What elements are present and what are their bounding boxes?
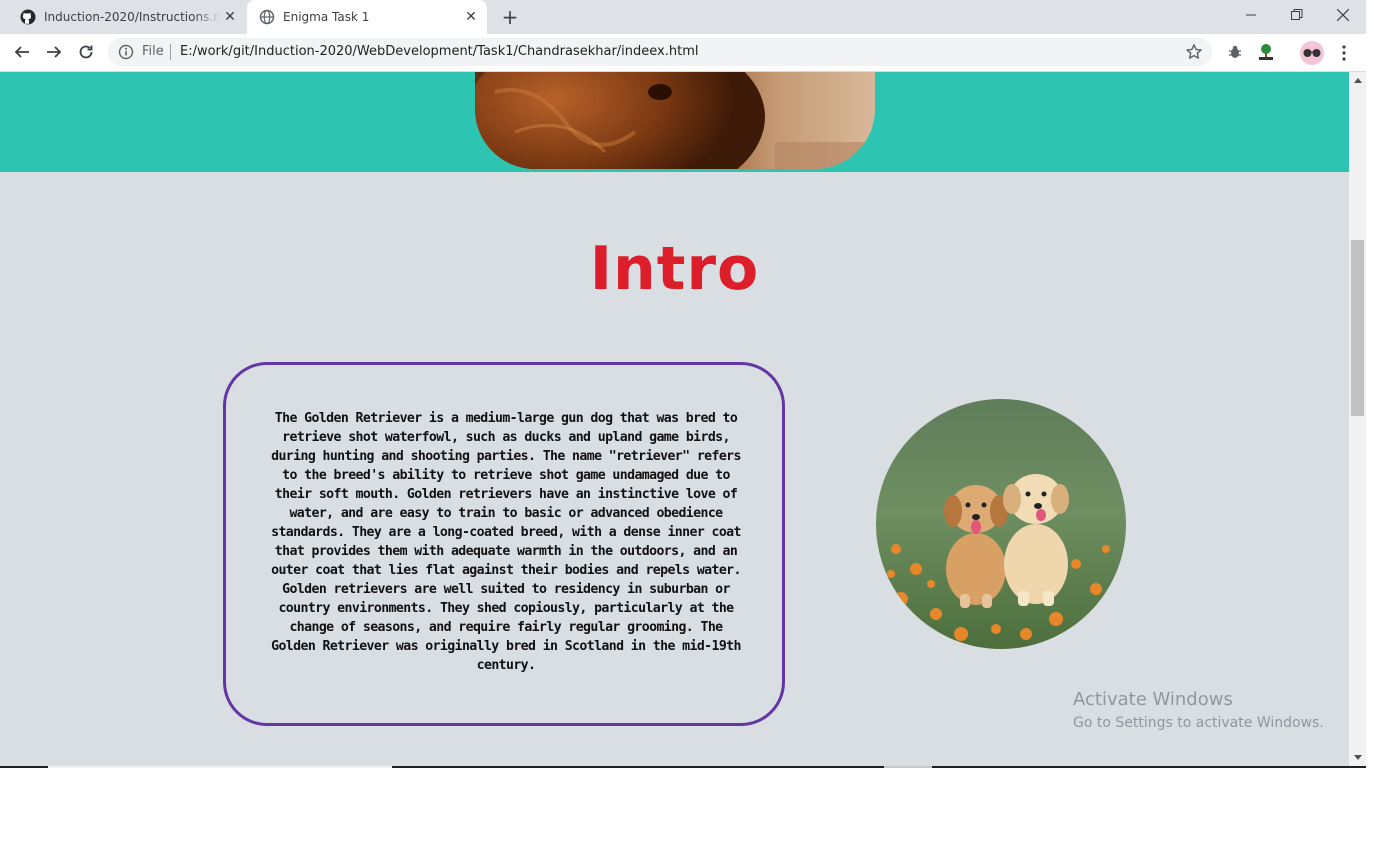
scroll-down-arrow-icon[interactable] — [1349, 749, 1366, 766]
activate-windows-title: Activate Windows — [1073, 689, 1233, 710]
tab-enigma-task[interactable]: Enigma Task 1 ✕ — [247, 0, 487, 34]
tab-title: Induction-2020/Instructions.md at master — [44, 10, 220, 24]
menu-dots-icon[interactable] — [1334, 41, 1354, 65]
close-icon[interactable]: ✕ — [461, 7, 481, 27]
divider — [170, 44, 171, 60]
reload-icon — [79, 45, 93, 59]
github-icon — [20, 9, 36, 25]
close-window-button[interactable] — [1320, 0, 1366, 30]
intro-paragraph: The Golden Retriever is a medium-large g… — [271, 411, 741, 673]
url-text[interactable]: E:/work/git/Induction-2020/WebDevelopmen… — [180, 44, 699, 59]
arrow-right-icon — [47, 46, 62, 58]
window-bottom-edge — [0, 766, 1366, 768]
page-content: Intro The Golden Retriever is a medium-l… — [0, 72, 1349, 766]
minimize-button[interactable] — [1228, 0, 1274, 30]
close-icon[interactable]: ✕ — [220, 7, 240, 27]
tab-title: Enigma Task 1 — [283, 10, 370, 24]
globe-icon — [259, 9, 275, 25]
star-icon — [1186, 44, 1202, 59]
url-scheme: File — [142, 44, 164, 59]
info-icon — [118, 44, 134, 60]
bug-extension-icon[interactable] — [1225, 42, 1245, 62]
puppies-image — [876, 399, 1126, 649]
new-tab-button[interactable]: + — [498, 5, 522, 29]
browser-toolbar: File E:/work/git/Induction-2020/WebDevel… — [0, 34, 1366, 72]
tab-github-instructions[interactable]: Induction-2020/Instructions.md at master… — [8, 0, 246, 34]
activate-windows-subtitle: Go to Settings to activate Windows. — [1073, 715, 1324, 731]
scroll-up-arrow-icon[interactable] — [1349, 72, 1366, 89]
divider — [884, 766, 932, 768]
golden-retriever-hero-image — [475, 72, 875, 169]
restore-button[interactable] — [1274, 0, 1320, 30]
forward-button[interactable] — [42, 40, 66, 64]
intro-card: The Golden Retriever is a medium-large g… — [223, 362, 785, 726]
sunglasses-avatar-icon[interactable] — [1300, 41, 1324, 65]
intro-heading: Intro — [589, 234, 760, 304]
vertical-scrollbar[interactable] — [1349, 72, 1366, 766]
address-bar[interactable]: File E:/work/git/Induction-2020/WebDevel… — [108, 38, 1212, 66]
tree-extension-icon[interactable] — [1256, 42, 1276, 62]
divider — [48, 766, 392, 768]
reload-button[interactable] — [74, 40, 98, 64]
tab-strip: Induction-2020/Instructions.md at master… — [0, 0, 1366, 34]
arrow-left-icon — [14, 46, 29, 58]
back-button[interactable] — [10, 40, 34, 64]
scrollbar-thumb[interactable] — [1351, 240, 1364, 416]
